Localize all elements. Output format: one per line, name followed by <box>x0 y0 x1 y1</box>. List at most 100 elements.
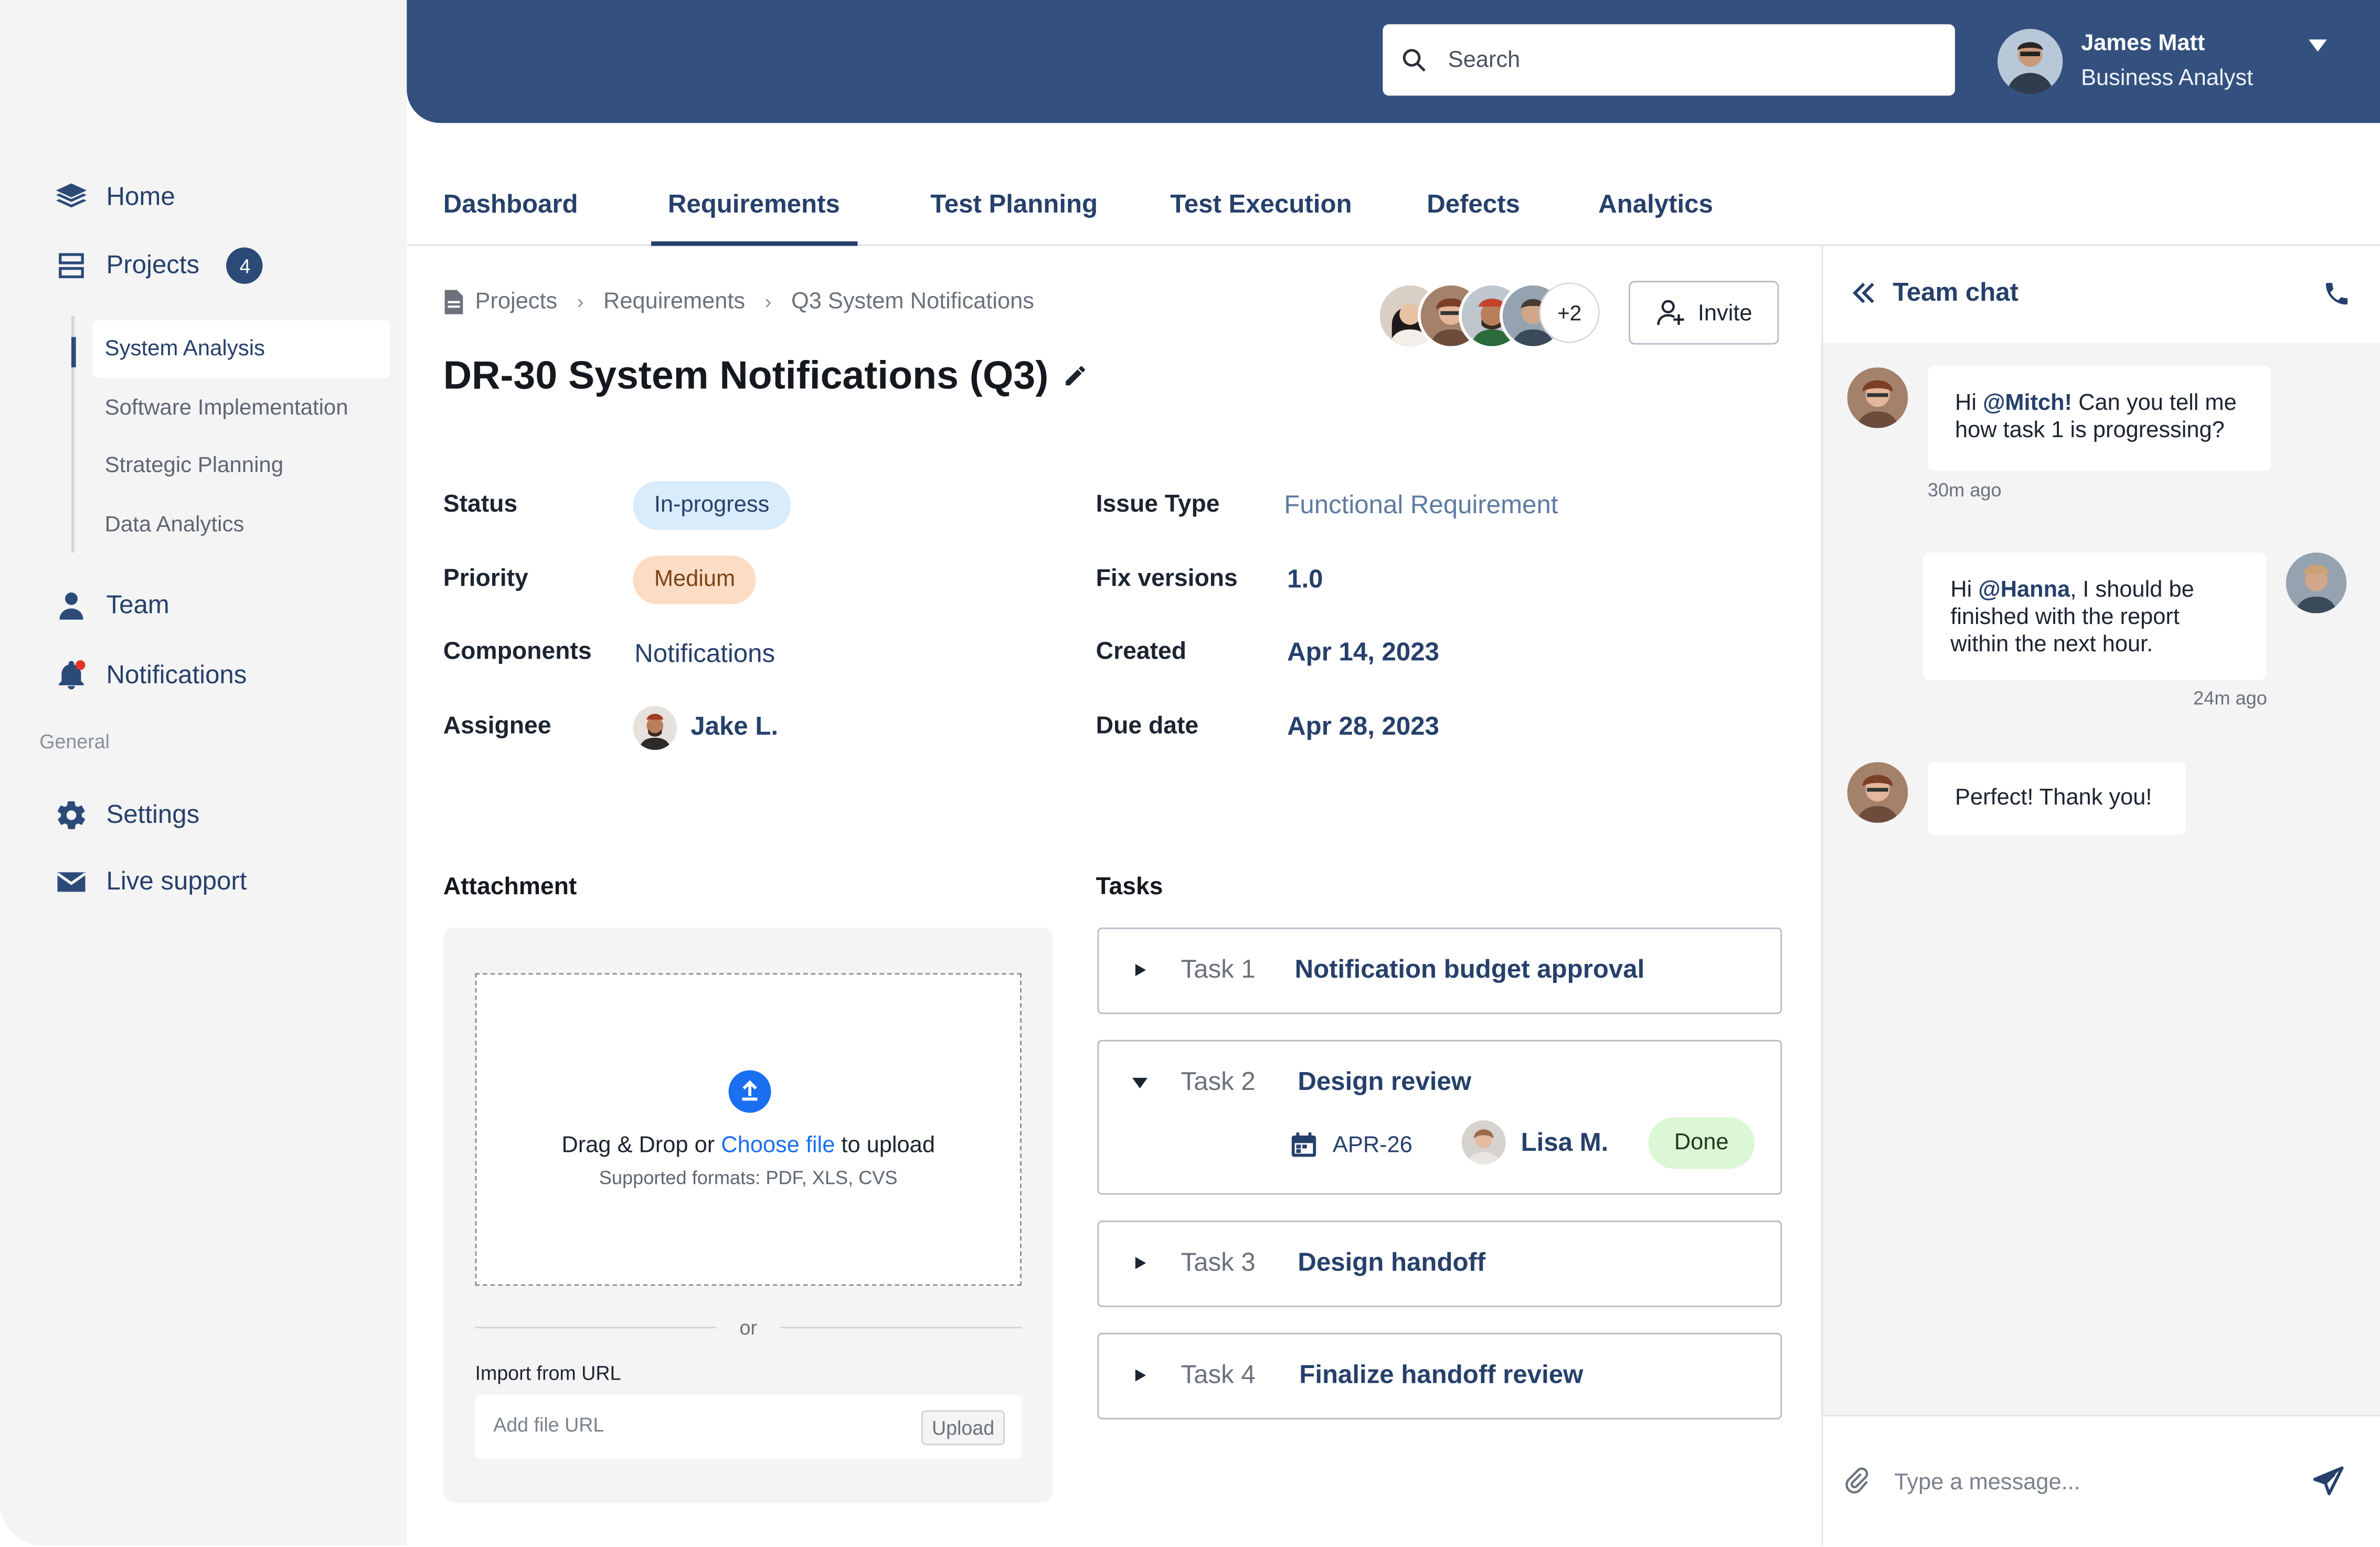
tab-test-planning[interactable]: Test Planning <box>930 190 1098 220</box>
task-number: Task 3 <box>1181 1247 1256 1277</box>
subnav-item-software-implementation[interactable]: Software Implementation <box>92 379 390 437</box>
sidebar-item-settings[interactable]: Settings <box>55 799 199 832</box>
send-icon[interactable] <box>2313 1466 2344 1497</box>
sidebar-item-live-support[interactable]: Live support <box>55 865 247 899</box>
issue-type-label: Issue Type <box>1096 492 1220 518</box>
collapse-chevrons-icon[interactable] <box>1850 279 1877 306</box>
file-dropzone[interactable] <box>475 973 1022 1286</box>
mention-link[interactable]: @Hanna <box>1978 577 2070 602</box>
breadcrumb-projects[interactable]: Projects <box>475 289 557 314</box>
paperclip-icon[interactable] <box>1844 1467 1870 1496</box>
priority-badge[interactable]: Medium <box>633 555 757 605</box>
chevron-right-icon: › <box>764 290 772 313</box>
caret-right-icon[interactable] <box>1131 1366 1149 1385</box>
message-text: Hi <box>1955 390 1983 416</box>
calendar-icon <box>1291 1132 1316 1157</box>
priority-label: Priority <box>443 566 528 592</box>
task-due-date: APR-26 <box>1290 1131 1412 1158</box>
task-name: Design review <box>1298 1067 1472 1096</box>
sidebar-item-label: Home <box>106 182 175 211</box>
tab-requirements[interactable]: Requirements <box>668 190 840 220</box>
user-name: James Matt <box>2081 30 2205 57</box>
assignee-label: Assignee <box>443 713 551 739</box>
fix-versions-label: Fix versions <box>1096 566 1238 592</box>
task-number: Task 2 <box>1181 1067 1256 1096</box>
supported-formats: Supported formats: PDF, XLS, CVS <box>599 1167 898 1189</box>
sidebar-item-team[interactable]: Team <box>55 589 169 622</box>
message-timestamp: 24m ago <box>2193 687 2267 709</box>
task-date-text: APR-26 <box>1332 1131 1412 1158</box>
search-input[interactable] <box>1445 45 1907 75</box>
subnav-item-data-analytics[interactable]: Data Analytics <box>92 496 390 554</box>
bell-icon <box>59 660 86 690</box>
breadcrumb-current: Q3 System Notifications <box>791 288 1034 314</box>
caret-right-icon[interactable] <box>1131 961 1149 979</box>
task-name: Design handoff <box>1298 1247 1486 1277</box>
phone-icon[interactable] <box>2322 279 2351 308</box>
more-collaborators-count[interactable]: +2 <box>1539 282 1600 343</box>
upload-icon <box>728 1070 771 1113</box>
status-badge[interactable]: In-progress <box>633 481 791 530</box>
sidebar: Home Projects 4 System Analysis Software… <box>0 0 407 1545</box>
tab-dashboard[interactable]: Dashboard <box>443 190 578 220</box>
components-label: Components <box>443 639 592 665</box>
sidebar-item-projects[interactable]: Projects 4 <box>55 247 263 284</box>
chat-messages: Hi @Mitch! Can you tell me how task 1 is… <box>1823 343 2380 1415</box>
caret-right-icon[interactable] <box>1131 1254 1149 1273</box>
subnav-active-indicator <box>71 337 76 368</box>
url-upload-button[interactable]: Upload <box>921 1410 1005 1446</box>
chevron-right-icon: › <box>577 290 584 313</box>
message-composer <box>1823 1415 2380 1547</box>
choose-file-link[interactable]: Choose file <box>721 1132 835 1158</box>
subnav-item-strategic-planning[interactable]: Strategic Planning <box>92 437 390 495</box>
sidebar-item-label: Settings <box>106 800 200 829</box>
issue-type-value[interactable]: Functional Requirement <box>1284 490 1558 521</box>
breadcrumb-requirements[interactable]: Requirements <box>603 289 745 314</box>
task-assignee[interactable]: Lisa M. <box>1461 1120 1609 1164</box>
avatar <box>2286 553 2347 613</box>
assignee-name[interactable]: Jake L. <box>690 712 778 743</box>
task-item-expanded[interactable]: Task 2 Design review APR-26 Lisa M. Done <box>1097 1040 1782 1195</box>
add-user-icon <box>1656 300 1684 325</box>
mail-icon <box>56 872 87 892</box>
search-icon <box>1402 49 1426 72</box>
section-label-general: General <box>39 730 110 753</box>
chat-title: Team chat <box>1893 278 2019 307</box>
pencil-icon[interactable] <box>1062 363 1088 388</box>
chevron-down-icon[interactable] <box>2307 35 2329 57</box>
gear-icon <box>57 801 86 829</box>
layers-icon <box>56 183 87 208</box>
user-avatar[interactable] <box>1998 28 2063 94</box>
page-title: DR-30 System Notifications (Q3) <box>443 352 1049 398</box>
sidebar-item-home[interactable]: Home <box>55 181 175 214</box>
created-value: Apr 14, 2023 <box>1287 638 1439 666</box>
tab-defects[interactable]: Defects <box>1427 190 1520 220</box>
components-value[interactable]: Notifications <box>634 639 775 670</box>
active-tab-indicator <box>651 241 858 246</box>
due-date-value[interactable]: Apr 28, 2023 <box>1287 712 1439 743</box>
sidebar-item-label: Projects <box>106 250 200 280</box>
search-box[interactable] <box>1383 24 1956 96</box>
status-label: Status <box>443 492 518 518</box>
mention-link[interactable]: @Mitch! <box>1983 390 2072 416</box>
file-url-input[interactable] <box>490 1412 891 1438</box>
caret-down-icon[interactable] <box>1131 1073 1149 1092</box>
avatar <box>1847 367 1908 428</box>
sidebar-item-notifications[interactable]: Notifications <box>55 659 247 693</box>
task-item[interactable]: Task 1 Notification budget approval <box>1097 927 1782 1014</box>
user-role: Business Analyst <box>2081 65 2254 91</box>
task-item[interactable]: Task 3 Design handoff <box>1097 1220 1782 1307</box>
task-status-badge[interactable]: Done <box>1648 1117 1755 1169</box>
fix-versions-value[interactable]: 1.0 <box>1287 565 1323 595</box>
task-item[interactable]: Task 4 Finalize handoff review <box>1097 1332 1782 1419</box>
message-input[interactable] <box>1891 1468 2247 1497</box>
subnav-item-system-analysis[interactable]: System Analysis <box>92 320 390 378</box>
task-assignee-name: Lisa M. <box>1521 1127 1609 1156</box>
invite-button[interactable]: Invite <box>1629 281 1779 345</box>
chat-message: Hi @Hanna, I should be finished with the… <box>1923 553 2267 681</box>
tab-analytics[interactable]: Analytics <box>1598 190 1713 220</box>
top-bar: James Matt Business Analyst <box>407 0 2380 123</box>
attachment-title: Attachment <box>443 874 577 900</box>
task-number: Task 4 <box>1181 1360 1256 1389</box>
tab-test-execution[interactable]: Test Execution <box>1170 190 1352 220</box>
